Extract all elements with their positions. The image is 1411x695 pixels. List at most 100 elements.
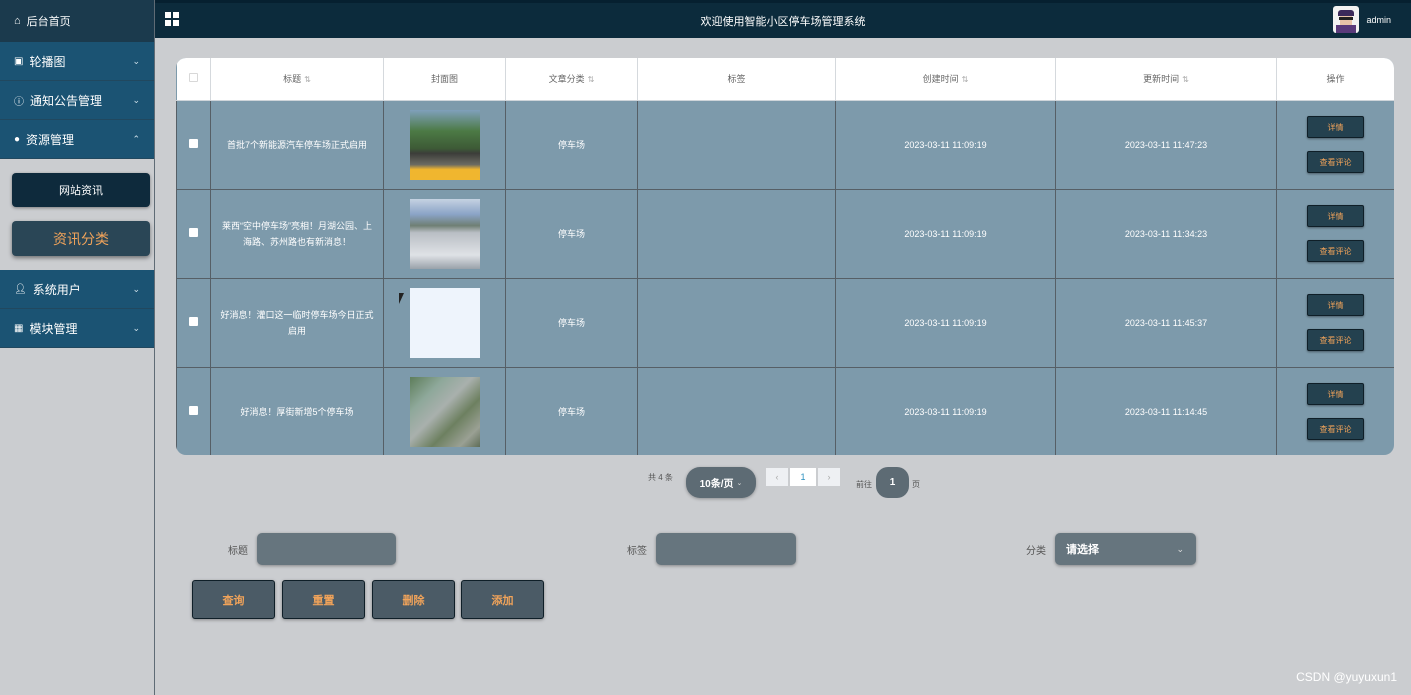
cell-created: 2023-03-11 11:09:19	[835, 99, 1056, 190]
cell-created: 2023-03-11 11:09:19	[835, 188, 1056, 279]
chevron-down-icon: ⌄	[132, 55, 140, 66]
sidebar-item-label: 模块管理	[29, 321, 78, 336]
cell-created: 2023-03-11 11:09:19	[835, 277, 1056, 368]
sidebar-submenu: 网站资讯 资讯分类	[0, 159, 154, 270]
prev-page-button[interactable]: ‹	[766, 468, 788, 486]
view-comments-button[interactable]: 查看评论	[1307, 418, 1364, 440]
row-checkbox[interactable]	[189, 228, 198, 237]
goto-label: 前往	[856, 480, 872, 489]
cell-updated: 2023-03-11 11:47:23	[1055, 99, 1277, 190]
title-filter-input[interactable]	[257, 533, 396, 565]
sidebar-item-label: 资源管理	[26, 132, 75, 147]
table-row: 好消息！厚街新增5个停车场 停车场 2023-03-11 11:09:19 20…	[176, 366, 1394, 455]
sort-icon[interactable]: ⇅	[304, 75, 311, 84]
cell-tags	[637, 188, 836, 279]
cell-category: 停车场	[505, 188, 638, 279]
column-header-actions: 操作	[1276, 58, 1394, 101]
cover-image	[409, 376, 480, 447]
table-row: 好消息！灌口这一临时停车场今日正式启用 停车场 2023-03-11 11:09…	[176, 277, 1394, 368]
watermark: CSDN @yuyuxun1	[1296, 670, 1397, 684]
cell-created: 2023-03-11 11:09:19	[835, 366, 1056, 455]
detail-button[interactable]: 详情	[1307, 205, 1364, 227]
sidebar-item-label: 轮播图	[29, 54, 66, 69]
detail-button[interactable]: 详情	[1307, 294, 1364, 316]
sidebar-item-home[interactable]: ⌂ 后台首页	[0, 0, 154, 42]
row-checkbox[interactable]	[189, 406, 198, 415]
delete-button[interactable]: 删除	[372, 580, 455, 619]
reset-button[interactable]: 重置	[282, 580, 365, 619]
user-icon: 👤︎	[14, 283, 27, 295]
table-header-row: 标题 ⇅ 封面图 文章分类 ⇅ 标签 创建时间 ⇅ 更新时间 ⇅ 操作	[176, 58, 1394, 101]
home-icon: ⌂	[14, 15, 21, 27]
detail-button[interactable]: 详情	[1307, 383, 1364, 405]
query-button[interactable]: 查询	[192, 580, 275, 619]
sidebar-item-label: 通知公告管理	[30, 93, 103, 108]
page-suffix-label: 页	[912, 480, 920, 489]
sidebar-item-carousel[interactable]: ▣ 轮播图 ⌄	[0, 42, 154, 81]
cell-title: 莱西“空中停车场”亮相！月湖公园、上海路、苏州路也有新消息！	[210, 188, 384, 279]
cover-image	[409, 109, 480, 180]
cell-category: 停车场	[505, 277, 638, 368]
column-header-category[interactable]: 文章分类 ⇅	[505, 58, 638, 101]
row-checkbox[interactable]	[189, 317, 198, 326]
username[interactable]: admin	[1366, 15, 1391, 25]
column-header-cover: 封面图	[383, 58, 506, 101]
location-pin-icon: ●	[14, 133, 21, 145]
image-icon: ▣	[14, 55, 24, 67]
next-page-button[interactable]: ›	[818, 468, 840, 486]
cell-category: 停车场	[505, 99, 638, 190]
row-checkbox[interactable]	[189, 139, 198, 148]
cell-title: 首批7个新能源汽车停车场正式启用	[210, 99, 384, 190]
sidebar-item-resources[interactable]: ● 资源管理 ⌃	[0, 120, 154, 159]
cell-updated: 2023-03-11 11:45:37	[1055, 277, 1277, 368]
sort-icon[interactable]: ⇅	[588, 75, 595, 84]
cell-title: 好消息！厚街新增5个停车场	[210, 366, 384, 455]
chevron-down-icon: ⌄	[132, 322, 140, 333]
view-comments-button[interactable]: 查看评论	[1307, 151, 1364, 173]
data-table: 标题 ⇅ 封面图 文章分类 ⇅ 标签 创建时间 ⇅ 更新时间 ⇅ 操作 首批7个新能源汽…	[176, 58, 1394, 455]
tag-filter-label: 标签	[627, 546, 647, 557]
sidebar-subitem-news-category[interactable]: 资讯分类	[12, 221, 150, 256]
cell-title: 好消息！灌口这一临时停车场今日正式启用	[210, 277, 384, 368]
category-filter-select[interactable]: 请选择 ⌄	[1055, 533, 1196, 565]
avatar[interactable]	[1333, 6, 1359, 33]
cell-tags	[637, 99, 836, 190]
top-header: 欢迎使用智能小区停车场管理系统 admin	[155, 0, 1411, 38]
detail-button[interactable]: 详情	[1307, 116, 1364, 138]
cover-image	[409, 287, 480, 358]
pagination-total: 共 4 条	[648, 473, 673, 482]
info-icon: ⓘ	[14, 96, 24, 108]
view-comments-button[interactable]: 查看评论	[1307, 240, 1364, 262]
sidebar-item-label: 系统用户	[32, 282, 81, 297]
sidebar-item-notice[interactable]: ⓘ 通知公告管理 ⌄	[0, 81, 154, 120]
sidebar-item-users[interactable]: 👤︎ 系统用户 ⌄	[0, 270, 154, 309]
column-header-updated[interactable]: 更新时间 ⇅	[1055, 58, 1277, 101]
view-comments-button[interactable]: 查看评论	[1307, 329, 1364, 351]
chevron-down-icon: ⌄	[1176, 543, 1184, 554]
mouse-cursor-icon	[399, 293, 404, 304]
sidebar: ⌂ 后台首页 ▣ 轮播图 ⌄ ⓘ 通知公告管理 ⌄ ● 资源管理 ⌃ 网站资讯 …	[0, 0, 155, 695]
cell-category: 停车场	[505, 366, 638, 455]
sort-icon[interactable]: ⇅	[962, 75, 969, 84]
select-all-checkbox[interactable]	[188, 73, 198, 83]
column-header-created[interactable]: 创建时间 ⇅	[835, 58, 1056, 101]
sidebar-item-modules[interactable]: ▦ 模块管理 ⌄	[0, 309, 154, 348]
column-header-title[interactable]: 标题 ⇅	[210, 58, 384, 101]
table-row: 莱西“空中停车场”亮相！月湖公园、上海路、苏州路也有新消息！ 停车场 2023-…	[176, 188, 1394, 279]
grid-icon: ▦	[14, 322, 24, 334]
chevron-up-icon: ⌃	[132, 133, 140, 144]
chevron-down-icon: ⌄	[132, 94, 140, 105]
table-row: 首批7个新能源汽车停车场正式启用 停车场 2023-03-11 11:09:19…	[176, 99, 1394, 190]
sort-icon[interactable]: ⇅	[1182, 75, 1189, 84]
sidebar-subitem-news[interactable]: 网站资讯	[12, 173, 150, 207]
tag-filter-input[interactable]	[656, 533, 796, 565]
category-filter-label: 分类	[1026, 546, 1046, 557]
page-number-1[interactable]: 1	[790, 468, 816, 486]
column-header-tags: 标签	[637, 58, 836, 101]
page-size-select[interactable]: 10条/页 ⌄	[686, 467, 756, 498]
cell-tags	[637, 366, 836, 455]
add-button[interactable]: 添加	[461, 580, 544, 619]
goto-page-input[interactable]: 1	[876, 467, 909, 498]
sidebar-item-label: 后台首页	[26, 16, 71, 28]
chevron-down-icon: ⌄	[132, 283, 140, 294]
